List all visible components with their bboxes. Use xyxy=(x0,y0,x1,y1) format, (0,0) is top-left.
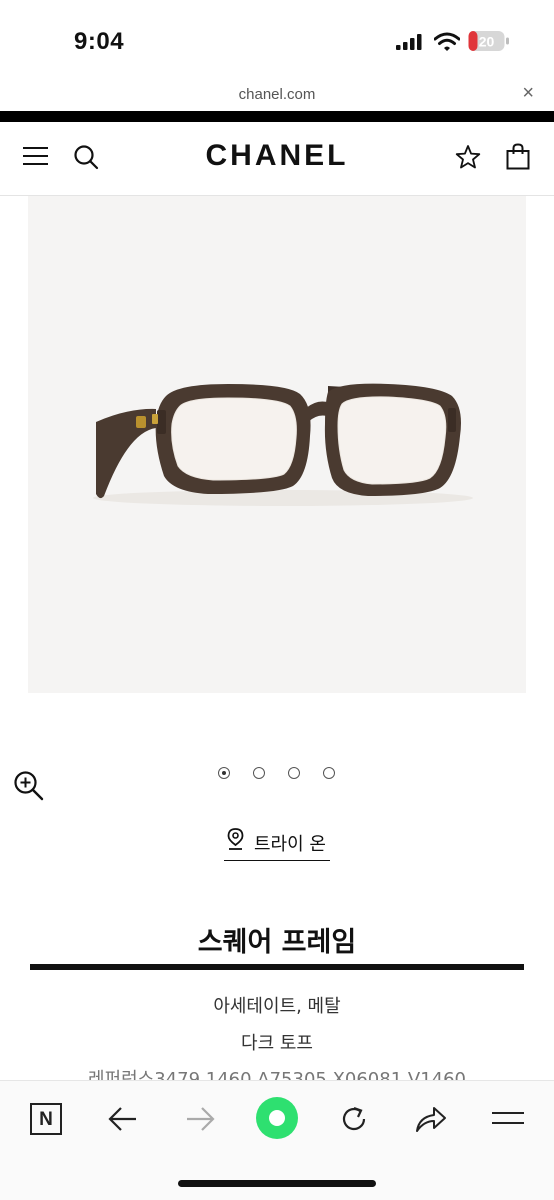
browser-url-bar[interactable]: chanel.com × xyxy=(0,78,554,112)
menu-icon[interactable] xyxy=(492,1107,524,1129)
status-time: 9:04 xyxy=(74,28,125,55)
site-header: CHANEL xyxy=(0,122,554,196)
gallery-dot-1[interactable] xyxy=(218,767,230,779)
home-indicator[interactable] xyxy=(178,1180,376,1187)
battery-icon: 20 xyxy=(468,31,509,51)
title-rule xyxy=(30,964,524,970)
wishlist-star-icon[interactable] xyxy=(455,144,481,170)
forward-arrow-icon[interactable] xyxy=(185,1105,215,1133)
share-icon[interactable] xyxy=(414,1103,448,1135)
gallery-dot-2[interactable] xyxy=(253,767,265,779)
reload-icon[interactable] xyxy=(338,1103,370,1135)
wifi-icon xyxy=(434,32,460,51)
battery-level: 20 xyxy=(479,34,495,50)
eyeglasses-illustration xyxy=(93,383,473,506)
status-bar: 9:04 20 xyxy=(0,0,554,78)
url-text[interactable]: chanel.com xyxy=(0,86,554,103)
cellular-signal-icon xyxy=(396,34,422,50)
location-pin-icon xyxy=(227,828,244,850)
product-image[interactable] xyxy=(28,196,526,693)
gallery-dot-4[interactable] xyxy=(323,767,335,779)
top-divider-bar xyxy=(0,111,554,122)
n-icon[interactable]: N xyxy=(30,1103,62,1135)
product-title: 스퀘어 프레임 xyxy=(197,927,357,958)
try-on-button[interactable]: 트라이 온 xyxy=(224,827,330,861)
gallery-pagination xyxy=(0,767,554,781)
back-arrow-icon[interactable] xyxy=(108,1105,138,1133)
home-dot-icon[interactable] xyxy=(256,1097,298,1139)
try-on-label: 트라이 온 xyxy=(254,834,326,855)
product-reference: 레퍼런스3479 1460 A75305 X06081 V1460 xyxy=(87,1069,467,1081)
shopping-bag-icon[interactable] xyxy=(506,143,530,170)
n-button-label: N xyxy=(39,1109,53,1130)
product-color: 다크 토프 xyxy=(241,1033,313,1054)
close-icon[interactable]: × xyxy=(522,83,534,103)
gallery-dot-3[interactable] xyxy=(288,767,300,779)
product-material: 아세테이트, 메탈 xyxy=(213,996,341,1017)
